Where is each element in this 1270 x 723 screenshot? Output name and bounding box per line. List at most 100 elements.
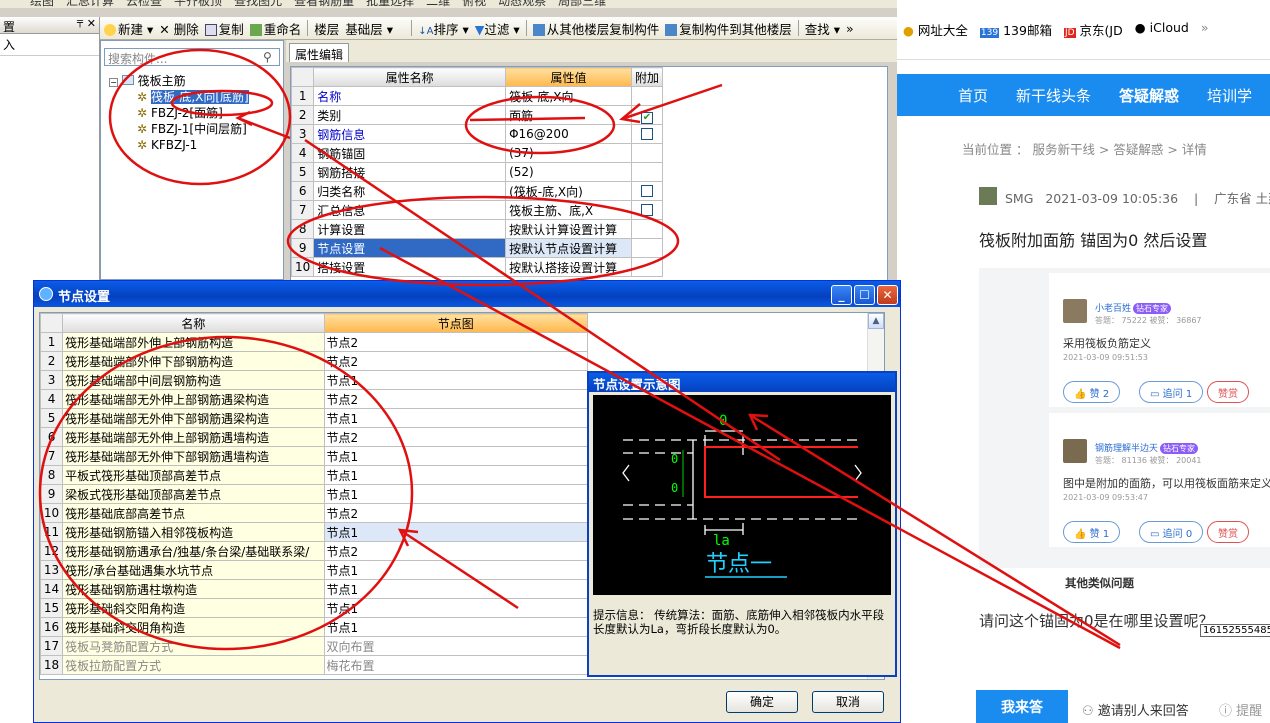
bookmark-item[interactable]: JD 京东(JD: [1063, 20, 1123, 39]
answer-button[interactable]: 我来答: [976, 690, 1068, 723]
like-button[interactable]: 👍 赞 2: [1063, 381, 1121, 403]
node-value[interactable]: 节点2: [323, 427, 589, 447]
copy-from-floor-button[interactable]: 从其他楼层复制构件: [532, 19, 659, 38]
tab-property-edit[interactable]: 属性编辑: [289, 43, 349, 62]
node-row-selected[interactable]: 11 筏形基础钢筋锚入相邻筏板构造 节点1: [40, 522, 589, 542]
node-value[interactable]: 节点1: [323, 370, 589, 390]
toolbar-summary-calc[interactable]: 汇总计算: [66, 0, 114, 9]
author-name[interactable]: SMG: [1005, 191, 1033, 206]
node-row[interactable]: 4 筏形基础端部无外伸上部钢筋遇梁构造 节点2: [40, 389, 589, 409]
node-value[interactable]: 节点2: [323, 351, 589, 371]
reply-button[interactable]: ▭ 追问 1: [1139, 381, 1204, 403]
node-value[interactable]: 节点1: [323, 446, 589, 466]
bookmark-item[interactable]: ● iCloud: [1135, 20, 1189, 39]
toolbar-draw[interactable]: 绘图: [30, 0, 54, 9]
minimize-button[interactable]: _: [831, 285, 852, 305]
rename-button[interactable]: 重命名: [249, 19, 301, 38]
reward-button[interactable]: 赞赏: [1207, 381, 1249, 403]
node-row[interactable]: 7 筏形基础端部无外伸下部钢筋遇墙构造 节点1: [40, 446, 589, 466]
report-button[interactable]: ⓘ 提醒: [1219, 700, 1262, 719]
node-row[interactable]: 13 筏形/承台基础遇集水坑节点 节点1: [40, 560, 589, 580]
extra-checkbox[interactable]: [640, 204, 653, 216]
node-row[interactable]: 16 筏形基础斜交阴角构造 节点1: [40, 617, 589, 637]
avatar[interactable]: [1063, 439, 1087, 463]
cancel-button[interactable]: 取消: [812, 691, 884, 713]
node-row[interactable]: 18 筏板拉筋配置方式 梅花布置: [40, 655, 589, 675]
property-row[interactable]: 1 名称 筏板-底,X向: [291, 86, 664, 106]
node-value[interactable]: 梅花布置: [323, 655, 589, 675]
property-value[interactable]: (52): [505, 162, 632, 182]
toolbar-local-3d[interactable]: 局部三维: [558, 0, 606, 9]
node-row[interactable]: 17 筏板马凳筋配置方式 双向布置: [40, 636, 589, 656]
dialog-titlebar[interactable]: 节点设置 _ ☐ ✕: [34, 281, 900, 307]
node-value[interactable]: 节点1: [323, 522, 589, 542]
node-value[interactable]: 节点1: [323, 560, 589, 580]
node-value[interactable]: 节点2: [323, 503, 589, 523]
toolbar-2d[interactable]: 二维: [426, 0, 450, 9]
node-value[interactable]: 节点1: [323, 579, 589, 599]
toolbar-batch-select[interactable]: 批量选择: [366, 0, 414, 9]
node-row[interactable]: 5 筏形基础端部无外伸下部钢筋遇梁构造 节点1: [40, 408, 589, 428]
extra-checkbox[interactable]: [640, 185, 653, 197]
maximize-button[interactable]: ☐: [854, 285, 875, 305]
nav-item[interactable]: 新干线头条: [1016, 85, 1091, 106]
filter-button[interactable]: ▼过滤 ▾: [475, 19, 520, 38]
node-value[interactable]: 节点1: [323, 598, 589, 618]
property-value[interactable]: (筏板-底,X向): [505, 181, 632, 201]
node-value[interactable]: 双向布置: [323, 636, 589, 656]
node-value[interactable]: 节点1: [323, 408, 589, 428]
collapse-icon[interactable]: −: [109, 78, 118, 87]
floor-select[interactable]: 基础层 ▾: [345, 19, 405, 38]
ok-button[interactable]: 确定: [726, 691, 798, 713]
copy-to-floor-button[interactable]: 复制构件到其他楼层: [665, 19, 792, 38]
toolbar-orbit[interactable]: 动态观察: [498, 0, 546, 9]
tree-root[interactable]: − 筏板主筋: [109, 73, 249, 89]
property-row[interactable]: 6 归类名称 (筏板-底,X向): [291, 181, 664, 201]
tree-item[interactable]: ✲ FBZJ-1[中间层筋]: [109, 121, 249, 137]
property-row[interactable]: 3 钢筋信息 Φ16@200: [291, 124, 664, 144]
pin-icon[interactable]: ╤: [77, 17, 83, 28]
property-value[interactable]: Φ16@200: [505, 124, 632, 144]
node-row[interactable]: 14 筏形基础钢筋遇柱墩构造 节点1: [40, 579, 589, 599]
extra-checkbox[interactable]: ✔: [640, 111, 653, 124]
tree-item[interactable]: ✲ FBZJ-2[面筋]: [109, 105, 249, 121]
node-value[interactable]: 节点2: [323, 332, 589, 352]
close-icon[interactable]: ✕: [87, 17, 96, 30]
node-row[interactable]: 3 筏形基础端部中间层钢筋构造 节点1: [40, 370, 589, 390]
property-value[interactable]: 筏板-底,X向: [505, 86, 632, 106]
toolbar-top-view[interactable]: 俯视: [462, 0, 486, 9]
node-value[interactable]: 节点2: [323, 541, 589, 561]
bookmark-item[interactable]: 139 139邮箱: [979, 20, 1052, 39]
property-row[interactable]: 2 类别 面筋 ✔: [291, 105, 664, 125]
node-value[interactable]: 节点2: [323, 389, 589, 409]
property-row-selected[interactable]: 9 节点设置 按默认节点设置计算: [291, 238, 664, 258]
bookmark-item[interactable]: ● 网址大全: [903, 20, 968, 39]
property-row[interactable]: 4 钢筋锚固 (37): [291, 143, 664, 163]
invite-button[interactable]: ⚇ 邀请别人来回答: [1082, 700, 1189, 719]
node-row[interactable]: 15 筏形基础斜交阳角构造 节点1: [40, 598, 589, 618]
search-input[interactable]: 搜索构件...: [104, 48, 280, 66]
node-value[interactable]: 节点1: [323, 484, 589, 504]
like-button[interactable]: 👍 赞 1: [1063, 521, 1121, 543]
close-button[interactable]: ✕: [877, 285, 898, 305]
tree-item[interactable]: ✲ 筏板-底,X向[底筋]: [109, 89, 249, 105]
property-value[interactable]: 按默认计算设置计算: [505, 219, 632, 239]
toolbar-cloud-check[interactable]: 云检查: [126, 0, 162, 9]
node-value[interactable]: 节点1: [323, 617, 589, 637]
reply-button[interactable]: ▭ 追问 0: [1139, 521, 1204, 543]
node-row[interactable]: 12 筏形基础钢筋遇承台/独基/条台梁/基础联系梁/节点2: [40, 541, 589, 561]
node-row[interactable]: 8 平板式筏形基础顶部高差节点 节点1: [40, 465, 589, 485]
property-value[interactable]: 按默认搭接设置计算: [505, 257, 632, 277]
toolbar-view-rebar[interactable]: 查看钢筋量: [294, 0, 354, 9]
nav-item-active[interactable]: 答疑解惑: [1119, 85, 1179, 106]
node-row[interactable]: 10 筏形基础底部高差节点 节点2: [40, 503, 589, 523]
answerer[interactable]: 钢筋理解半边天 钻石专家: [1095, 441, 1199, 454]
search-icon[interactable]: ⚲: [263, 50, 272, 64]
node-row[interactable]: 2 筏形基础端部外伸下部钢筋构造 节点2: [40, 351, 589, 371]
property-row[interactable]: 5 钢筋搭接 (52): [291, 162, 664, 182]
toolbar-more[interactable]: »: [846, 21, 854, 36]
scroll-up-icon[interactable]: ▲: [868, 313, 884, 329]
bookmark-more[interactable]: »: [1201, 20, 1209, 39]
node-row[interactable]: 9 梁板式筏形基础顶部高差节点 节点1: [40, 484, 589, 504]
avatar[interactable]: [1063, 299, 1087, 323]
